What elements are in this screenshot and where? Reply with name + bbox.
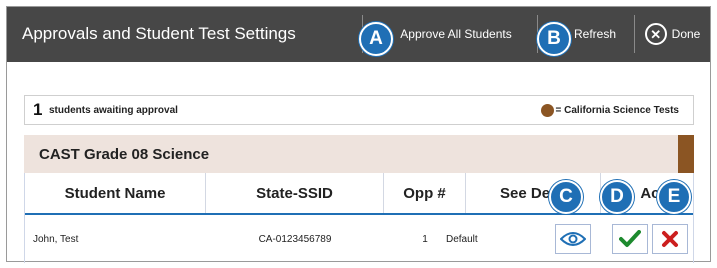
x-icon <box>662 231 678 247</box>
test-group-header: CAST Grade 08 Science <box>24 135 694 173</box>
details-cell: Default <box>446 234 478 245</box>
callout-d: D <box>600 180 634 214</box>
approval-table: Student Name State-SSID Opp # See Detail… <box>24 173 694 263</box>
approve-student-button[interactable] <box>612 224 648 254</box>
checkmark-icon <box>619 230 641 247</box>
legend-color-dot <box>540 104 554 117</box>
done-label: Done <box>671 27 701 41</box>
table-row: John, Test CA-0123456789 1 Default <box>25 216 693 263</box>
column-header-student-name: Student Name <box>25 173 206 213</box>
legend-label: = California Science Tests <box>555 105 679 116</box>
legend: = California Science Tests <box>540 104 679 117</box>
eye-icon <box>560 232 586 246</box>
approve-all-label: Approve All Students <box>400 27 512 41</box>
done-button[interactable]: ✕ Done <box>635 15 710 53</box>
column-header-state-ssid: State-SSID <box>206 173 384 213</box>
view-details-button[interactable] <box>555 224 591 254</box>
callout-a: A <box>359 22 393 56</box>
state-ssid-cell: CA-0123456789 <box>258 234 332 245</box>
approvals-dialog: Approvals and Student Test Settings Appr… <box>6 6 711 263</box>
callout-e: E <box>657 180 691 214</box>
approval-summary: 1 students awaiting approval = Californi… <box>24 95 694 125</box>
refresh-label: Refresh <box>573 27 617 41</box>
student-name-cell: John, Test <box>33 234 79 245</box>
table-header: Student Name State-SSID Opp # See Detail… <box>25 173 693 215</box>
test-group-title: CAST Grade 08 Science <box>39 146 210 163</box>
awaiting-text: students awaiting approval <box>49 105 178 116</box>
awaiting-count: 1 <box>33 100 43 119</box>
deny-student-button[interactable] <box>652 224 688 254</box>
close-circle-icon: ✕ <box>644 23 667 45</box>
column-header-opp: Opp # <box>384 173 466 213</box>
callout-c: C <box>549 180 583 214</box>
dialog-title: Approvals and Student Test Settings <box>22 24 296 43</box>
callout-b: B <box>537 22 571 56</box>
